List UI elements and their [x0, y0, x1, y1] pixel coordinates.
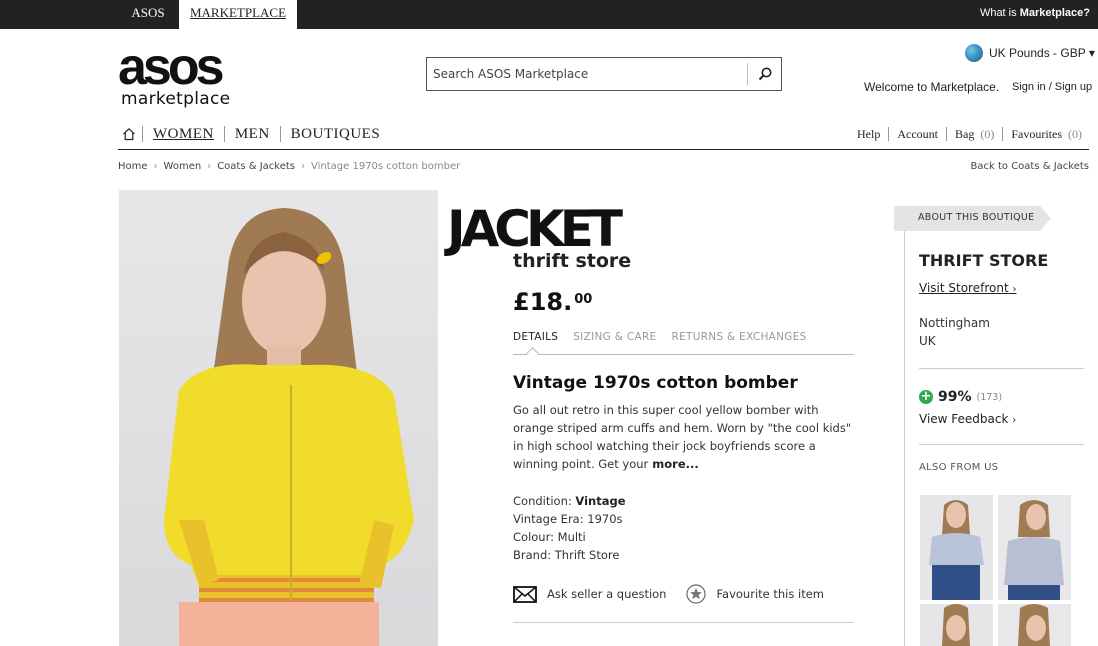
chevron-right-icon: › [1012, 284, 1017, 295]
product-tabs: DETAILS SIZING & CARE RETURNS & EXCHANGE… [513, 331, 854, 355]
asos-marketplace-logo[interactable]: asos marketplace [118, 38, 248, 109]
visit-storefront-label: Visit Storefront [919, 281, 1009, 295]
location-city: Nottingham [919, 316, 990, 330]
view-feedback-link[interactable]: View Feedback › [919, 412, 1016, 426]
bag-count: (0) [980, 127, 995, 141]
account-link[interactable]: Account [888, 127, 946, 141]
nav-boutiques[interactable]: BOUTIQUES [279, 126, 391, 142]
sidebar-boutique-name: THRIFT STORE [919, 251, 1049, 270]
logo-subtitle: marketplace [121, 89, 231, 109]
condition-label: Condition: [513, 494, 572, 508]
thumb-image [920, 495, 993, 600]
main-nav: WOMEN MEN BOUTIQUES [118, 120, 390, 148]
breadcrumb-women[interactable]: Women [164, 161, 202, 172]
bag-label: Bag [954, 127, 975, 141]
breadcrumb-separator: › [301, 161, 305, 172]
plus-icon: + [919, 389, 933, 404]
breadcrumb: Home › Women › Coats & Jackets › Vintage… [118, 161, 460, 172]
logo-wordmark: asos [118, 38, 225, 96]
search-icon [758, 67, 771, 81]
thumb-image [920, 604, 993, 646]
related-product-thumb[interactable] [998, 604, 1071, 646]
nav-men[interactable]: MEN [223, 126, 280, 142]
breadcrumb-home[interactable]: Home [118, 161, 148, 172]
tab-asos[interactable]: ASOS [119, 0, 177, 29]
boutique-name: thrift store [513, 250, 632, 272]
boutique-rating: + 99% (173) [919, 389, 1002, 405]
tab-sizing-care[interactable]: SIZING & CARE [573, 331, 656, 354]
also-from-us-label: ALSO FROM US [919, 462, 999, 473]
ask-seller-button[interactable]: Ask seller a question [513, 585, 667, 603]
boutique-location: Nottingham UK [919, 314, 990, 350]
welcome-text: Welcome to Marketplace. [864, 80, 1000, 94]
product-specs: Condition: Vintage Vintage Era: 1970s Co… [513, 492, 626, 564]
search-input[interactable] [427, 58, 747, 90]
thumb-image [998, 495, 1071, 600]
search-box [426, 57, 782, 91]
breadcrumb-separator: › [153, 161, 158, 172]
sidebar-divider [919, 368, 1084, 369]
price: £18. 00 [513, 288, 592, 316]
sign-in-link[interactable]: Sign in / Sign up [1012, 81, 1092, 93]
globe-icon [965, 44, 983, 62]
bag-link[interactable]: Bag (0) [945, 127, 1002, 141]
help-link[interactable]: Help [849, 127, 888, 141]
favourites-link[interactable]: Favourites (0) [1002, 127, 1090, 141]
rating-percent: 99% [938, 389, 972, 405]
nav-home[interactable] [118, 127, 142, 141]
ask-seller-label: Ask seller a question [547, 587, 667, 601]
home-icon [123, 127, 135, 141]
product-actions: Ask seller a question Favourite this ite… [513, 584, 824, 604]
more-link[interactable]: more... [652, 457, 698, 471]
actions-divider [513, 622, 854, 623]
related-product-thumb[interactable] [998, 495, 1071, 600]
nav-women[interactable]: WOMEN [142, 126, 224, 142]
about-boutique-label: ABOUT THIS BOUTIQUE [918, 212, 1035, 223]
spec-condition: Condition: Vintage [513, 492, 626, 510]
thumb-image [998, 604, 1071, 646]
related-product-thumb[interactable] [920, 604, 993, 646]
what-is-prefix: What is [979, 7, 1017, 19]
breadcrumb-current: Vintage 1970s cotton bomber [311, 161, 461, 172]
product-description: Go all out retro in this super cool yell… [513, 401, 858, 473]
related-product-thumb[interactable] [920, 495, 993, 600]
visit-storefront-link[interactable]: Visit Storefront › [919, 281, 1016, 295]
favourite-label: Favourite this item [716, 587, 825, 601]
tab-marketplace[interactable]: MARKETPLACE [179, 0, 297, 29]
what-is-marketplace-link[interactable]: What is Marketplace? [980, 0, 1090, 26]
rating-count: (173) [976, 391, 1003, 403]
price-main: £18. [513, 288, 573, 316]
currency-label: UK Pounds - GBP ▾ [989, 46, 1095, 60]
what-is-strong: Marketplace? [1019, 7, 1090, 19]
favourite-button[interactable]: Favourite this item [686, 584, 824, 604]
product-title: Vintage 1970s cotton bomber [513, 373, 798, 393]
favourites-label: Favourites [1011, 127, 1062, 141]
condition-value: Vintage [575, 494, 626, 508]
envelope-icon [513, 585, 537, 603]
view-feedback-label: View Feedback [919, 412, 1009, 426]
model-image [164, 208, 414, 646]
spec-colour: Colour: Multi [513, 530, 586, 544]
spec-brand: Brand: Thrift Store [513, 548, 620, 562]
back-to-category-link[interactable]: Back to Coats & Jackets [971, 161, 1089, 172]
currency-selector[interactable]: UK Pounds - GBP ▾ [965, 44, 1095, 62]
favourites-count: (0) [1068, 127, 1082, 141]
sidebar-divider [919, 444, 1084, 445]
tab-returns[interactable]: RETURNS & EXCHANGES [671, 331, 806, 354]
product-photo[interactable] [119, 190, 438, 646]
star-icon [686, 584, 707, 604]
chevron-right-icon: › [1012, 415, 1017, 426]
breadcrumb-coats-jackets[interactable]: Coats & Jackets [217, 161, 295, 172]
spec-era: Vintage Era: 1970s [513, 512, 623, 526]
search-button[interactable] [747, 63, 781, 85]
nav-divider [118, 149, 1089, 150]
location-country: UK [919, 334, 936, 348]
utility-nav: Help Account Bag (0) Favourites (0) [849, 127, 1090, 141]
breadcrumb-separator: › [207, 161, 212, 172]
price-pence: 00 [574, 292, 593, 307]
